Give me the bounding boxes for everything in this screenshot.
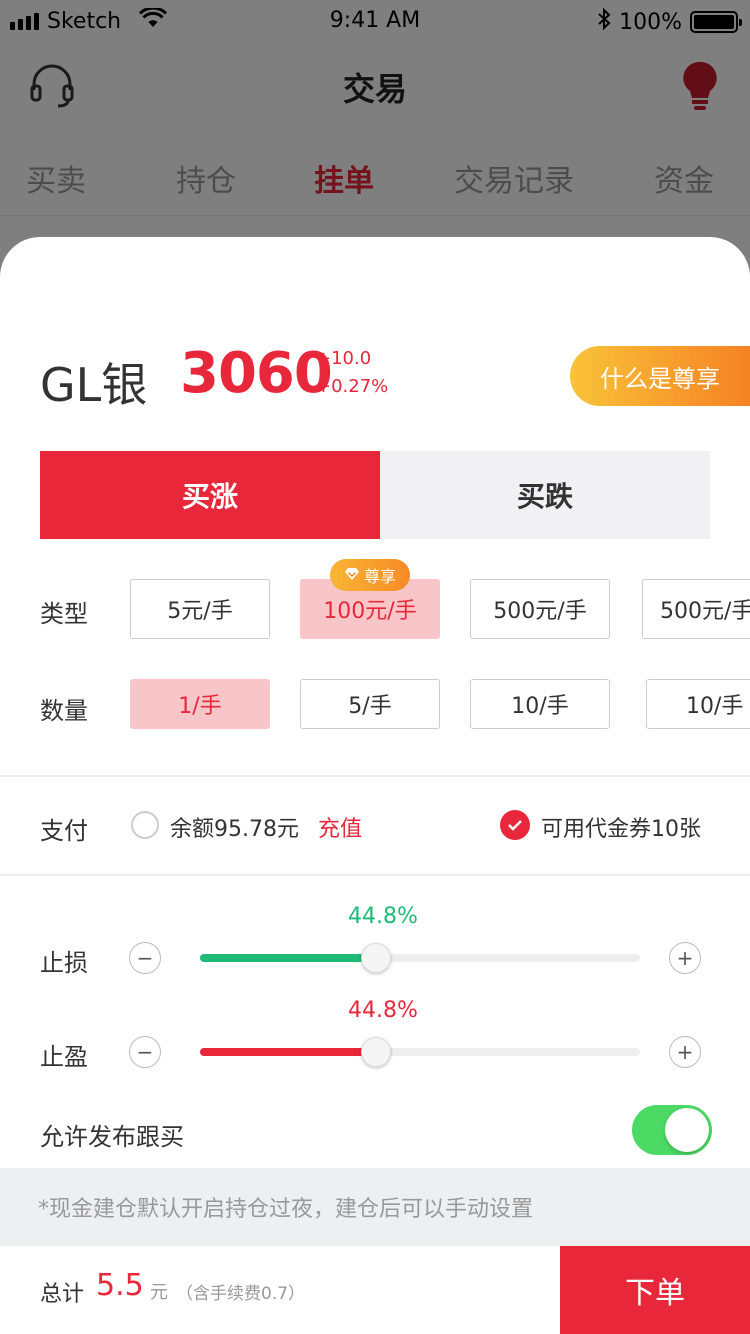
- stop-loss-plus-button[interactable]: +: [669, 942, 701, 974]
- price-change-percent: +0.27%: [316, 376, 389, 397]
- type-label: 类型: [40, 600, 88, 628]
- vip-badge-label: 尊享: [363, 567, 396, 586]
- price-change: +10.0: [316, 348, 372, 369]
- place-order-button[interactable]: 下单: [560, 1246, 750, 1334]
- follow-label: 允许发布跟买: [40, 1123, 184, 1151]
- stop-loss-handle[interactable]: [361, 943, 391, 973]
- total-label: 总计: [40, 1282, 85, 1307]
- coupon-checkbox[interactable]: [500, 810, 530, 840]
- take-profit-handle[interactable]: [361, 1037, 391, 1067]
- stop-loss-fill: [200, 954, 376, 962]
- fee-note: （含手续费0.7）: [176, 1284, 306, 1304]
- take-profit-minus-button[interactable]: −: [129, 1036, 161, 1068]
- total-amount: 5.5: [96, 1268, 144, 1303]
- recharge-link[interactable]: 充值: [318, 811, 362, 843]
- stop-loss-label: 止损: [40, 949, 88, 977]
- take-profit-fill: [200, 1048, 376, 1056]
- buy-up-button[interactable]: 买涨: [40, 451, 380, 539]
- stop-loss-slider[interactable]: [200, 954, 640, 962]
- product-price: 3060: [180, 341, 333, 406]
- balance-radio[interactable]: [131, 811, 159, 839]
- balance-text: 余额95.78元: [170, 817, 299, 842]
- order-footer: 总计 5.5 元 （含手续费0.7） 下单: [0, 1246, 750, 1334]
- checkmark-icon: [508, 820, 522, 831]
- divider: [0, 874, 750, 876]
- take-profit-slider[interactable]: [200, 1048, 640, 1056]
- what-is-vip-button[interactable]: 什么是尊享: [570, 346, 750, 406]
- qty-option-10[interactable]: 10/手: [470, 679, 610, 729]
- buy-down-button[interactable]: 买跌: [380, 451, 710, 539]
- follow-toggle[interactable]: [632, 1105, 712, 1155]
- diamond-icon: [344, 566, 360, 585]
- qty-option-10-b[interactable]: 10/手: [646, 679, 750, 729]
- order-sheet: GL银 3060 +10.0 +0.27% 什么是尊享 买涨 买跌 类型 5元/…: [0, 237, 750, 1334]
- qty-option-5[interactable]: 5/手: [300, 679, 440, 729]
- type-option-500-b[interactable]: 500元/手: [642, 579, 750, 639]
- stop-loss-percent: 44.8%: [348, 904, 418, 929]
- take-profit-percent: 44.8%: [348, 998, 418, 1023]
- toggle-knob: [665, 1108, 709, 1152]
- coupon-text: 可用代金券10张: [541, 817, 701, 842]
- payment-label: 支付: [40, 817, 88, 845]
- stop-loss-minus-button[interactable]: −: [129, 942, 161, 974]
- divider: [0, 775, 750, 777]
- qty-option-1[interactable]: 1/手: [130, 679, 270, 729]
- type-option-500[interactable]: 500元/手: [470, 579, 610, 639]
- vip-badge: 尊享: [330, 559, 410, 591]
- take-profit-label: 止盈: [40, 1043, 88, 1071]
- overnight-notice: *现金建仓默认开启持仓过夜，建仓后可以手动设置: [0, 1168, 750, 1246]
- quantity-label: 数量: [40, 697, 88, 725]
- type-option-5[interactable]: 5元/手: [130, 579, 270, 639]
- product-name: GL银: [40, 358, 148, 412]
- take-profit-plus-button[interactable]: +: [669, 1036, 701, 1068]
- total-unit: 元: [150, 1282, 168, 1303]
